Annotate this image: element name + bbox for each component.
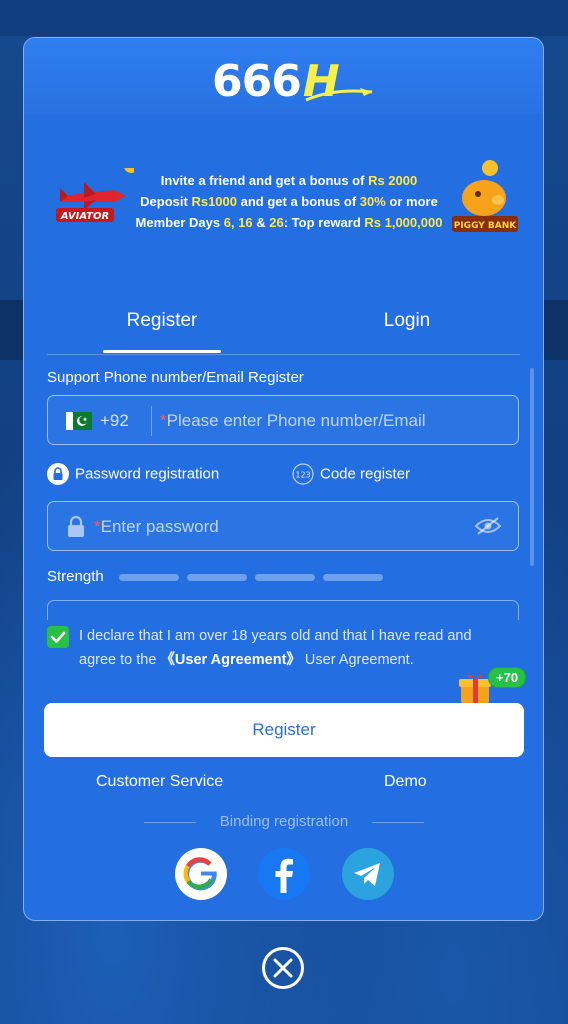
country-code[interactable]: +92 — [100, 411, 129, 431]
close-icon — [273, 958, 293, 978]
strength-label: Strength — [47, 568, 104, 585]
brand-logo: 666H — [212, 56, 373, 107]
demo-link[interactable]: Demo — [384, 773, 427, 791]
next-field-partial[interactable] — [47, 600, 519, 620]
pakistan-flag-icon — [66, 412, 92, 430]
promo-banner[interactable]: AVIATOR PIGGY BANK Invite a friend and g… — [54, 148, 524, 258]
close-modal-button[interactable] — [262, 947, 304, 989]
background-shade-left — [0, 300, 24, 360]
register-button[interactable]: Register — [44, 703, 524, 757]
password-lock-icon — [68, 516, 84, 537]
strength-bar — [255, 574, 315, 581]
google-login-button[interactable] — [175, 848, 227, 900]
svg-text:123: 123 — [295, 471, 310, 480]
register-modal: 666H AVIATOR PIGGY BANK Invite a friend … — [23, 37, 544, 921]
promo-line-2: Deposit Rs1000 and get a bonus of 30% or… — [140, 194, 438, 209]
password-registration-option[interactable]: Password registration — [47, 463, 219, 485]
agreement-text: I declare that I am over 18 years old an… — [79, 628, 472, 668]
strength-bar — [187, 574, 247, 581]
binding-registration-label: Binding registration — [144, 813, 424, 830]
hide-password-icon[interactable] — [474, 516, 502, 536]
background-shade-right — [544, 300, 568, 360]
telegram-login-button[interactable] — [342, 848, 394, 900]
agreement-checkbox[interactable] — [47, 626, 69, 648]
facebook-login-button[interactable] — [258, 848, 310, 900]
section-label: Support Phone number/Email Register — [47, 369, 304, 386]
phone-email-field[interactable]: +92 *Please enter Phone number/Email — [47, 395, 519, 445]
strength-bar — [119, 574, 179, 581]
telegram-icon — [354, 863, 380, 886]
divider-line — [144, 822, 196, 823]
scrollbar[interactable] — [530, 368, 534, 566]
divider-line — [372, 822, 424, 823]
tab-login[interactable]: Login — [347, 310, 467, 332]
password-placeholder: *Enter password — [94, 517, 219, 536]
reward-badge: +70 — [488, 667, 527, 688]
checkmark-icon — [50, 631, 66, 643]
promo-line-1: Invite a friend and get a bonus of Rs 20… — [160, 173, 418, 188]
promo-line-3: Member Days 6, 16 & 26: Top reward Rs 1,… — [135, 215, 443, 230]
active-tab-indicator — [103, 350, 221, 353]
auth-tabs: Register Login — [47, 304, 520, 355]
facebook-icon — [275, 858, 293, 893]
customer-service-link[interactable]: Customer Service — [96, 773, 223, 791]
strength-bar — [323, 574, 383, 581]
phone-placeholder: *Please enter Phone number/Email — [160, 411, 426, 430]
password-field[interactable]: *Enter password — [47, 501, 519, 551]
code-register-option[interactable]: 123 Code register — [292, 463, 410, 485]
tab-register[interactable]: Register — [102, 310, 222, 332]
google-icon — [183, 857, 217, 891]
background-header — [0, 0, 568, 36]
modal-header: 666H — [24, 38, 543, 114]
user-agreement-link[interactable]: 《User Agreement》 — [160, 652, 300, 668]
lock-icon — [47, 463, 69, 485]
field-divider — [151, 406, 152, 436]
numeric-code-icon: 123 — [292, 463, 314, 485]
